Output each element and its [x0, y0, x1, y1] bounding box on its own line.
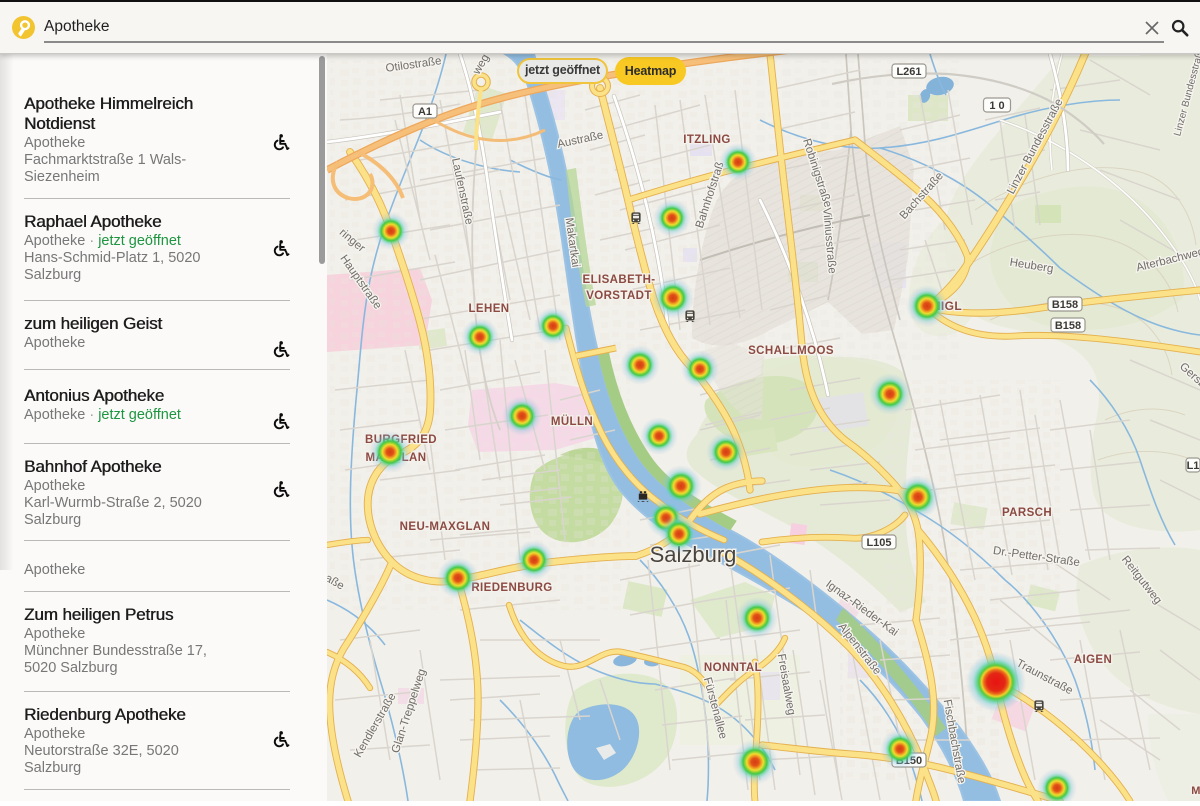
svg-text:RIEDENBURG: RIEDENBURG — [471, 582, 552, 594]
svg-text:ITZLING: ITZLING — [683, 134, 731, 146]
svg-text:B158: B158 — [1055, 320, 1081, 332]
svg-text:VORSTADT: VORSTADT — [586, 290, 652, 302]
svg-text:NEU-MAXGLAN: NEU-MAXGLAN — [400, 521, 491, 533]
svg-text:SCHALLMOOS: SCHALLMOOS — [748, 345, 834, 357]
svg-text:M: M — [1191, 785, 1200, 797]
svg-text:L105: L105 — [866, 537, 891, 549]
svg-text:B158: B158 — [1052, 299, 1078, 311]
svg-text:PARSCH: PARSCH — [1002, 507, 1052, 519]
svg-text:NONNTAL: NONNTAL — [704, 662, 762, 674]
svg-text:ELISABETH-: ELISABETH- — [583, 274, 656, 286]
svg-text:AIGEN: AIGEN — [1074, 654, 1112, 666]
svg-text:L261: L261 — [896, 66, 921, 78]
svg-text:1 0: 1 0 — [989, 100, 1004, 112]
svg-text:LEHEN: LEHEN — [469, 303, 510, 315]
svg-text:L1: L1 — [1187, 460, 1200, 472]
svg-text:A1: A1 — [418, 106, 432, 118]
svg-text:MÜLLN: MÜLLN — [551, 415, 593, 428]
